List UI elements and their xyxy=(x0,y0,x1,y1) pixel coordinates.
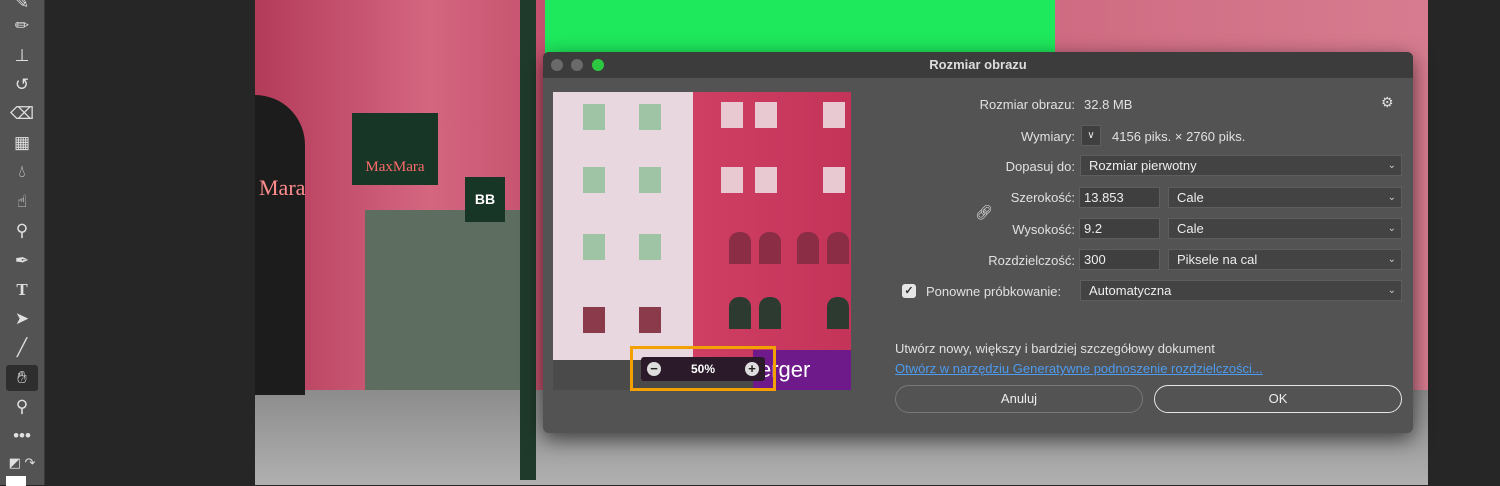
resolution-unit-select[interactable]: Piksele na cal ⌄ xyxy=(1168,249,1402,270)
arch-text: Mara xyxy=(259,175,306,200)
cancel-button[interactable]: Anuluj xyxy=(895,385,1143,413)
resample-select[interactable]: Automatyczna ⌄ xyxy=(1080,280,1402,301)
right-panel xyxy=(1428,0,1500,485)
fit-to-select[interactable]: Rozmiar pierwotny ⌄ xyxy=(1080,155,1402,176)
dimensions-label: Wymiary: xyxy=(1020,129,1075,144)
width-label: Szerokość: xyxy=(1010,190,1075,205)
chevron-down-icon: ⌄ xyxy=(1387,160,1396,171)
zoom-icon[interactable]: ⚲ xyxy=(6,394,38,420)
path-selection-icon[interactable]: ➤ xyxy=(6,306,38,332)
fit-to-label: Dopasuj do: xyxy=(1005,159,1075,174)
preview-zoom-control: − 50% + xyxy=(641,357,765,381)
hand-icon[interactable]: ✋︎ xyxy=(6,365,38,391)
link-constrain-icon[interactable]: 🔗︎ xyxy=(975,204,993,221)
resample-checkbox[interactable]: ✓ xyxy=(902,284,916,298)
line-icon[interactable]: ╱ xyxy=(6,335,38,361)
resolution-label: Rozdzielczość: xyxy=(988,253,1075,268)
dialog-title: Rozmiar obrazu xyxy=(929,57,1027,72)
zoom-button[interactable] xyxy=(592,59,604,71)
pencil-icon[interactable]: ✏ xyxy=(6,13,38,39)
bb-sign: BB xyxy=(465,177,505,222)
sky xyxy=(545,0,1065,60)
gear-icon[interactable]: ⚙ xyxy=(1381,94,1394,111)
dodge-icon[interactable]: ⚲ xyxy=(6,218,38,244)
width-input[interactable]: 13.853 xyxy=(1079,187,1160,208)
fit-to-value: Rozmiar pierwotny xyxy=(1089,158,1197,173)
height-unit-value: Cale xyxy=(1177,221,1204,236)
swap-colors-icon[interactable]: ◩ ↷ xyxy=(6,450,38,476)
maxmara-sign: MaxMara xyxy=(352,113,438,185)
chevron-down-icon: ⌄ xyxy=(1387,192,1396,203)
lamp-pole xyxy=(520,0,536,480)
chevron-down-icon: ⌄ xyxy=(1387,285,1396,296)
image-size-value: 32.8 MB xyxy=(1084,97,1133,112)
resolution-input[interactable]: 300 xyxy=(1079,249,1160,270)
smudge-icon[interactable]: ☝︎ xyxy=(6,189,38,215)
shop-window xyxy=(365,210,525,390)
blur-icon[interactable]: 💧︎ xyxy=(6,159,38,185)
image-size-dialog: Rozmiar obrazu erger − 50% + Rozmiar obr… xyxy=(543,52,1413,433)
width-unit-select[interactable]: Cale ⌄ xyxy=(1168,187,1402,208)
arch: Mara xyxy=(255,95,305,395)
height-input[interactable]: 9.2 xyxy=(1079,218,1160,239)
type-icon[interactable]: T xyxy=(6,277,38,303)
height-label: Wysokość: xyxy=(1012,222,1075,237)
width-unit-value: Cale xyxy=(1177,190,1204,205)
tools-panel: ✎ ✏ ⊥ ↺ ⌫ ▦ 💧︎ ☝︎ ⚲ ✒ T ➤ ╱ ✋︎ ⚲ ••• ◩ ↷ xyxy=(0,0,45,486)
zoom-out-icon[interactable]: − xyxy=(647,362,661,376)
pen-icon[interactable]: ✒ xyxy=(6,248,38,274)
resample-label: Ponowne próbkowanie: xyxy=(926,284,1062,299)
preview-zoom-level: 50% xyxy=(690,362,716,376)
chevron-down-icon: ⌄ xyxy=(1387,254,1396,265)
minimize-button[interactable] xyxy=(571,59,583,71)
more-tools-icon[interactable]: ••• xyxy=(6,423,38,449)
ok-button[interactable]: OK xyxy=(1154,385,1402,413)
preview-zoom-highlight: − 50% + xyxy=(630,346,776,391)
height-unit-select[interactable]: Cale ⌄ xyxy=(1168,218,1402,239)
zoom-in-icon[interactable]: + xyxy=(745,362,759,376)
chevron-down-icon: ⌄ xyxy=(1387,223,1396,234)
resolution-unit-value: Piksele na cal xyxy=(1177,252,1258,267)
eraser-icon[interactable]: ⌫ xyxy=(6,101,38,127)
stamp-icon[interactable]: ⊥ xyxy=(6,43,38,69)
dimensions-unit-dropdown[interactable]: ∨ xyxy=(1081,125,1101,146)
history-brush-icon[interactable]: ↺ xyxy=(6,72,38,98)
dialog-titlebar: Rozmiar obrazu xyxy=(543,52,1413,78)
dimensions-value: 4156 piks. × 2760 piks. xyxy=(1112,129,1246,144)
generative-upscale-link[interactable]: Otwórz w narzędziu Generatywne podnoszen… xyxy=(895,361,1263,376)
upscale-info-text: Utwórz nowy, większy i bardziej szczegół… xyxy=(895,341,1215,356)
gradient-icon[interactable]: ▦ xyxy=(6,130,38,156)
image-size-label: Rozmiar obrazu: xyxy=(979,97,1075,112)
close-button[interactable] xyxy=(551,59,563,71)
resample-value: Automatyczna xyxy=(1089,283,1172,298)
